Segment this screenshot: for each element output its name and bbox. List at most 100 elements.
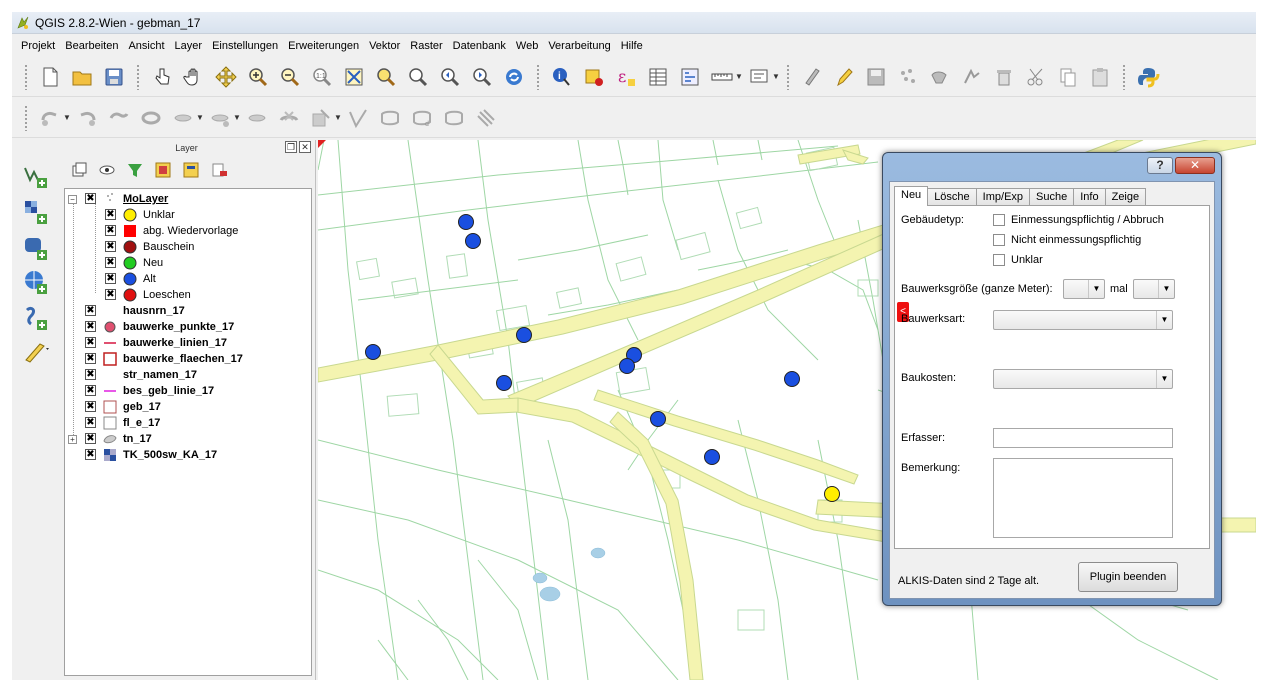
- layer-visibility-checkbox[interactable]: ✖: [105, 209, 116, 220]
- menu-vektor[interactable]: Vektor: [364, 40, 405, 52]
- feature-point-alt[interactable]: [650, 411, 666, 427]
- zoom-native-icon[interactable]: 1:1: [309, 64, 335, 90]
- add-point-icon[interactable]: [895, 64, 921, 90]
- toolbar-grip[interactable]: [24, 104, 28, 131]
- tab-loesche[interactable]: Lösche: [927, 188, 977, 206]
- dialog-close-button[interactable]: ✕: [1175, 157, 1215, 174]
- menu-layer[interactable]: Layer: [170, 40, 208, 52]
- zoom-to-selection-icon[interactable]: [373, 64, 399, 90]
- layer-item[interactable]: + ✖ tn_17: [65, 431, 311, 447]
- layer-item[interactable]: ✖ abg. Wiedervorlage: [65, 223, 311, 239]
- add-group-icon[interactable]: [70, 161, 88, 179]
- add-wms-layer-icon[interactable]: [22, 268, 50, 296]
- simplify-feature-icon[interactable]: [106, 105, 132, 131]
- collapse-all-icon[interactable]: [182, 161, 200, 179]
- feature-point-alt[interactable]: [704, 449, 720, 465]
- zoom-out-icon[interactable]: [277, 64, 303, 90]
- dialog-help-button[interactable]: ?: [1147, 157, 1173, 174]
- layer-visibility-checkbox[interactable]: ✖: [85, 401, 96, 412]
- zoom-next-icon[interactable]: [469, 64, 495, 90]
- groesse-breite-select[interactable]: ▼: [1133, 279, 1175, 299]
- add-part-dropdown-icon[interactable]: ▼: [196, 113, 204, 122]
- offset-curve-icon[interactable]: [345, 105, 371, 131]
- current-edits-icon[interactable]: [799, 64, 825, 90]
- map-tips-dropdown-icon[interactable]: ▼: [772, 72, 780, 81]
- field-calculator-icon[interactable]: [677, 64, 703, 90]
- tab-suche[interactable]: Suche: [1029, 188, 1075, 206]
- menu-erweiterungen[interactable]: Erweiterungen: [283, 40, 364, 52]
- layer-visibility-checkbox[interactable]: ✖: [105, 273, 116, 284]
- measure-icon[interactable]: [709, 64, 735, 90]
- add-database-layer-icon[interactable]: [22, 234, 50, 262]
- touch-icon[interactable]: [149, 64, 175, 90]
- map-tips-icon[interactable]: [746, 64, 772, 90]
- zoom-last-icon[interactable]: [437, 64, 463, 90]
- layer-item[interactable]: ✖ fl_e_17: [65, 415, 311, 431]
- layer-item[interactable]: ✖ bauwerke_flaechen_17: [65, 351, 311, 367]
- menu-web[interactable]: Web: [511, 40, 543, 52]
- layer-visibility-checkbox[interactable]: ✖: [85, 353, 96, 364]
- bauwerksart-select[interactable]: ▼: [993, 310, 1173, 330]
- layer-item[interactable]: ✖ Bauschein: [65, 239, 311, 255]
- panel-float-button[interactable]: ❐: [285, 141, 297, 153]
- measure-dropdown-icon[interactable]: ▼: [735, 72, 743, 81]
- delete-ring-icon[interactable]: [244, 105, 270, 131]
- checkbox-unklar[interactable]: [993, 254, 1005, 266]
- expand-icon[interactable]: +: [68, 435, 77, 444]
- menu-raster[interactable]: Raster: [405, 40, 447, 52]
- toolbar-grip[interactable]: [536, 63, 540, 90]
- select-by-expression-icon[interactable]: ε: [613, 64, 639, 90]
- undo-icon[interactable]: [37, 105, 63, 131]
- pan-to-selection-icon[interactable]: [213, 64, 239, 90]
- menu-verarbeitung[interactable]: Verarbeitung: [543, 40, 615, 52]
- layer-item[interactable]: ✖ bes_geb_linie_17: [65, 383, 311, 399]
- python-console-icon[interactable]: [1135, 64, 1161, 90]
- feature-point-alt[interactable]: [619, 358, 635, 374]
- add-ring-icon[interactable]: [138, 105, 164, 131]
- feature-point-alt[interactable]: [365, 344, 381, 360]
- menu-projekt[interactable]: Projekt: [16, 40, 60, 52]
- layer-visibility-checkbox[interactable]: ✖: [105, 257, 116, 268]
- collapse-icon[interactable]: −: [68, 195, 77, 204]
- open-project-icon[interactable]: [69, 64, 95, 90]
- layer-item[interactable]: − ✖ MoLayer: [65, 191, 311, 207]
- checkbox-nicht-einmessungspflichtig[interactable]: [993, 234, 1005, 246]
- reshape-dropdown-icon[interactable]: ▼: [334, 113, 342, 122]
- add-delimited-text-layer-icon[interactable]: [22, 304, 50, 332]
- layer-visibility-checkbox[interactable]: ✖: [85, 385, 96, 396]
- zoom-in-icon[interactable]: [245, 64, 271, 90]
- panel-close-button[interactable]: ✕: [299, 141, 311, 153]
- identify-icon[interactable]: i: [549, 64, 575, 90]
- layer-item[interactable]: ✖ TK_500sw_KA_17: [65, 447, 311, 463]
- new-layer-icon[interactable]: [22, 338, 50, 366]
- redo-icon[interactable]: [74, 105, 100, 131]
- menu-bearbeiten[interactable]: Bearbeiten: [60, 40, 123, 52]
- feature-point-alt[interactable]: [496, 375, 512, 391]
- menu-datenbank[interactable]: Datenbank: [448, 40, 511, 52]
- layer-visibility-checkbox[interactable]: ✖: [105, 225, 116, 236]
- layer-visibility-checkbox[interactable]: ✖: [85, 193, 96, 204]
- split-parts-icon[interactable]: d: [409, 105, 435, 131]
- layer-item[interactable]: ✖ geb_17: [65, 399, 311, 415]
- layer-visibility-checkbox[interactable]: ✖: [105, 241, 116, 252]
- tab-info[interactable]: Info: [1073, 188, 1106, 206]
- layer-visibility-checkbox[interactable]: ✖: [85, 433, 96, 444]
- remove-layer-icon[interactable]: [210, 161, 228, 179]
- layer-item[interactable]: ✖ str_namen_17: [65, 367, 311, 383]
- feature-point-unklar[interactable]: [824, 486, 840, 502]
- zoom-to-layer-icon[interactable]: [405, 64, 431, 90]
- plugin-beenden-button[interactable]: Plugin beenden: [1078, 562, 1178, 592]
- layer-item[interactable]: ✖ Alt: [65, 271, 311, 287]
- menu-einstellungen[interactable]: Einstellungen: [207, 40, 283, 52]
- toolbar-grip[interactable]: [1122, 63, 1126, 90]
- menu-hilfe[interactable]: Hilfe: [616, 40, 648, 52]
- layer-visibility-checkbox[interactable]: ✖: [105, 289, 116, 300]
- toggle-editing-icon[interactable]: [831, 64, 857, 90]
- move-feature-icon[interactable]: [927, 64, 953, 90]
- layer-item[interactable]: ✖ bauwerke_linien_17: [65, 335, 311, 351]
- layer-visibility-checkbox[interactable]: ✖: [85, 337, 96, 348]
- add-raster-layer-icon[interactable]: [22, 198, 50, 226]
- groesse-laenge-select[interactable]: ▼: [1063, 279, 1105, 299]
- layer-item[interactable]: ✖ Loeschen: [65, 287, 311, 303]
- filter-legend-icon[interactable]: [126, 161, 144, 179]
